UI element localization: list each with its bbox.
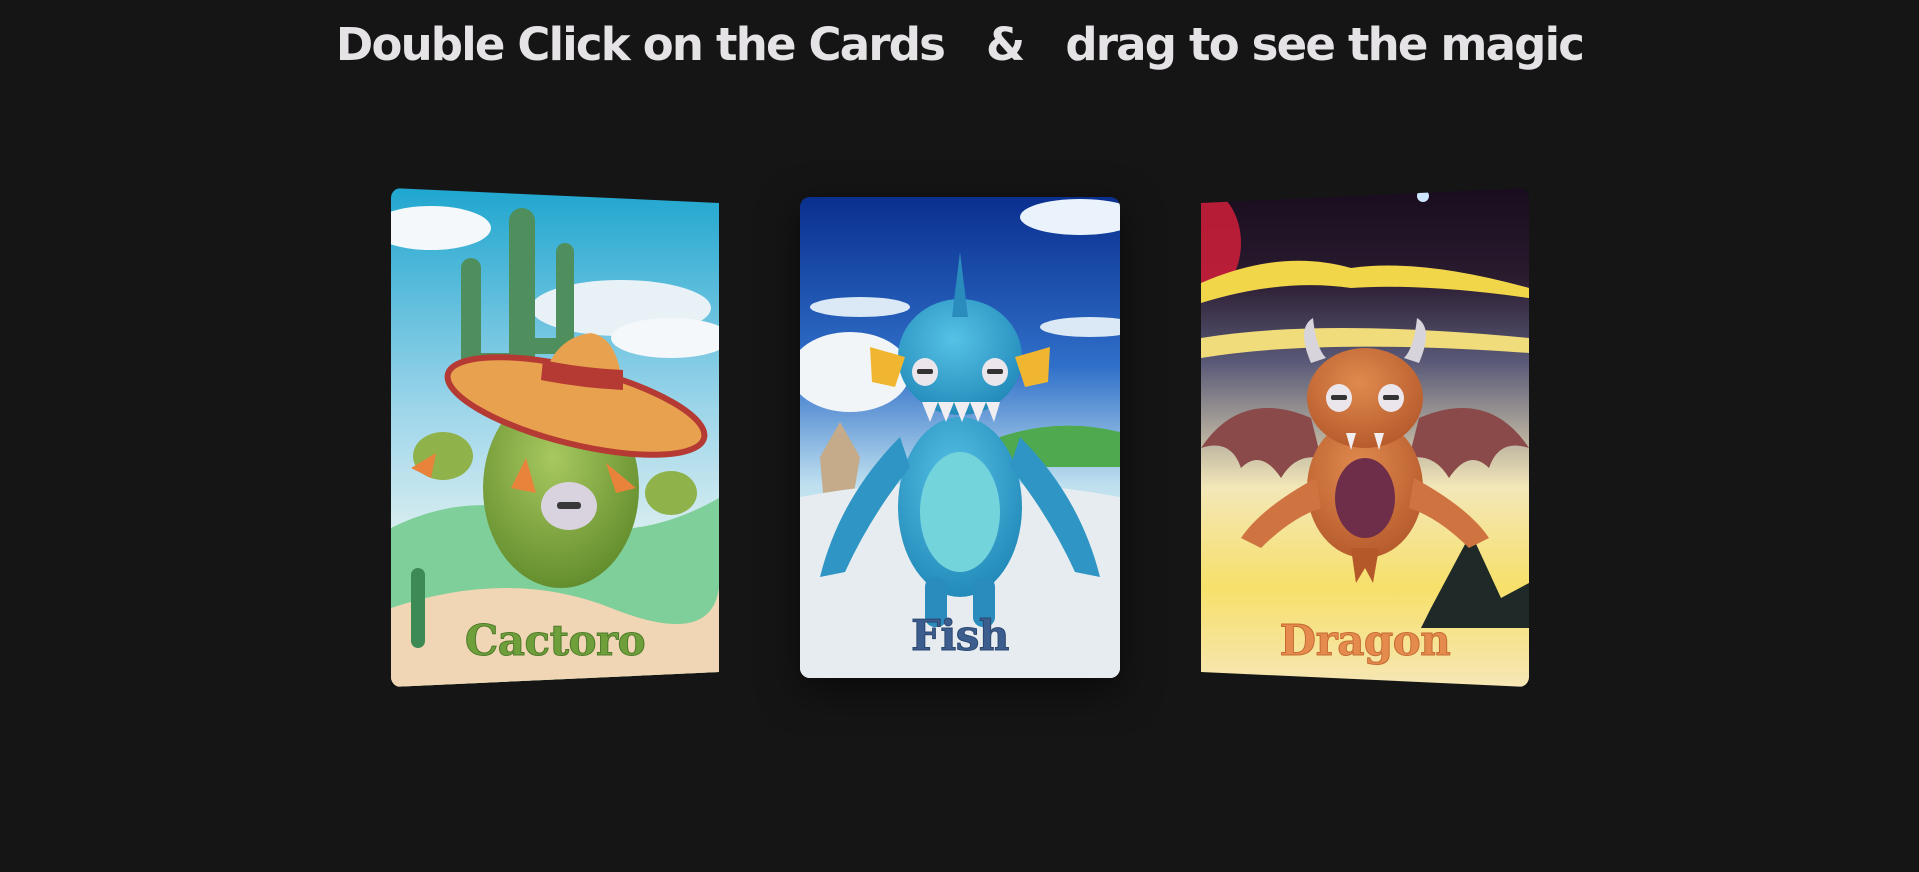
blue-fish-creature-icon (800, 197, 1120, 678)
headline-part2: drag to see the magic (1065, 18, 1585, 71)
orange-dragon-creature-icon (1201, 188, 1529, 687)
card-fish[interactable]: Fish (800, 197, 1120, 678)
cactus-sombrero-creature-icon (391, 188, 719, 687)
card-cactoro[interactable]: Cactoro (391, 188, 719, 687)
headline-part1: Double Click on the Cards (335, 18, 946, 71)
headline-ampersand: & (986, 18, 1025, 71)
page-headline: Double Click on the Cards & drag to see … (0, 18, 1919, 71)
card-dragon[interactable]: Dragon (1201, 188, 1529, 687)
card-name-cactoro: Cactoro (464, 616, 646, 666)
card-name-dragon: Dragon (1279, 616, 1451, 666)
page: Double Click on the Cards & drag to see … (0, 0, 1919, 872)
card-name-fish: Fish (911, 611, 1010, 661)
